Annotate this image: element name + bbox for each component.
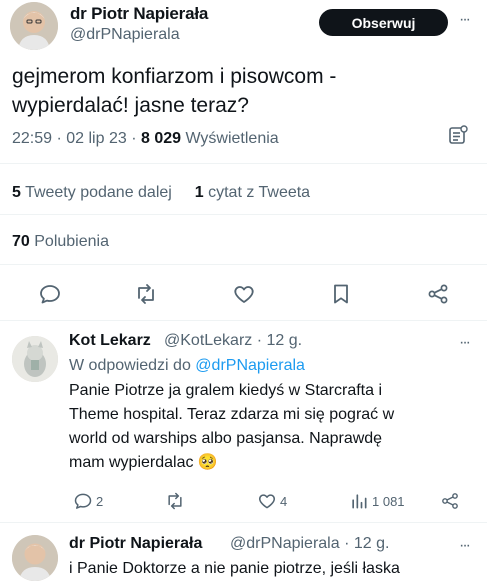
like-icon bbox=[257, 491, 277, 511]
reply-text: i Panie Doktorze a nie panie piotrze, je… bbox=[69, 557, 479, 581]
reply-text-line: world od warships albo pasjansa. Naprawd… bbox=[69, 430, 383, 447]
views-icon bbox=[349, 491, 369, 511]
like-icon[interactable] bbox=[232, 282, 256, 306]
reply-tweet[interactable]: dr Piotr Napierała @drPNapierala · 12 g.… bbox=[0, 523, 487, 581]
more-icon[interactable]: ··· bbox=[459, 335, 471, 351]
views-count: 1 081 bbox=[372, 493, 405, 509]
divider bbox=[0, 163, 487, 164]
quotes-label: cytat z Tweeta bbox=[203, 184, 311, 201]
share-icon bbox=[440, 491, 460, 511]
reply-text-line: mam wypierdalac 🥺 bbox=[69, 454, 218, 471]
like-count: 4 bbox=[280, 493, 288, 509]
reply-count: 2 bbox=[96, 493, 104, 509]
reply-reply-button[interactable]: 2 bbox=[73, 491, 103, 511]
reply-author-handle[interactable]: @KotLekarz · 12 g. bbox=[164, 332, 302, 350]
divider bbox=[0, 264, 487, 265]
retweets-label: Tweety podane dalej bbox=[20, 184, 172, 201]
reply-text: Panie Piotrze ja gralem kiedyś w Starcra… bbox=[69, 379, 479, 475]
more-icon[interactable]: ··· bbox=[459, 12, 471, 28]
reply-retweet-button[interactable] bbox=[165, 491, 188, 511]
reply-author-name[interactable]: dr Piotr Napierała bbox=[69, 535, 202, 553]
retweets-count: 5 bbox=[12, 184, 21, 201]
more-icon[interactable]: ··· bbox=[459, 538, 471, 554]
likes-count: 70 bbox=[12, 233, 30, 250]
quotes-link[interactable]: 1 cytat z Tweeta bbox=[195, 184, 310, 201]
replying-handle-link[interactable]: @drPNapierala bbox=[195, 357, 305, 374]
likes-label: Polubienia bbox=[29, 233, 109, 250]
share-icon[interactable] bbox=[426, 282, 450, 306]
retweet-stats: 5 Tweety podane dalej 1 cytat z Tweeta bbox=[12, 184, 310, 202]
reply-views-button[interactable]: 1 081 bbox=[349, 491, 405, 511]
reply-like-button[interactable]: 4 bbox=[257, 491, 287, 511]
reply-avatar[interactable] bbox=[12, 336, 58, 382]
reply-text-line: Theme hospital. Teraz zdarza mi się pogr… bbox=[69, 406, 395, 423]
tweet-text-line: gejmerom konfiarzom i pisowcom - bbox=[12, 65, 337, 88]
bookmark-icon[interactable] bbox=[329, 282, 353, 306]
retweet-icon[interactable] bbox=[134, 282, 158, 306]
reply-avatar[interactable] bbox=[12, 535, 58, 581]
follow-button[interactable]: Obserwuj bbox=[319, 9, 448, 36]
replying-to: W odpowiedzi do @drPNapierala bbox=[69, 357, 305, 375]
views-count: 8 029 bbox=[140, 130, 182, 147]
retweet-icon bbox=[165, 491, 185, 511]
reply-share-button[interactable] bbox=[440, 491, 460, 511]
quotes-count: 1 bbox=[194, 184, 204, 201]
tweet-text-line: wypierdalać! jasne teraz? bbox=[12, 94, 249, 117]
tweet-time[interactable]: 22:59 · 02 lip 23 · bbox=[12, 130, 141, 147]
retweets-link[interactable]: 5 Tweety podane dalej bbox=[12, 184, 172, 201]
analytics-icon[interactable] bbox=[447, 124, 469, 146]
views-label: Wyświetlenia bbox=[181, 130, 279, 147]
tweet-text: gejmerom konfiarzom i pisowcom - wypierd… bbox=[12, 62, 452, 120]
author-name[interactable]: dr Piotr Napierała bbox=[70, 4, 208, 24]
tweet-meta: 22:59 · 02 lip 23 · 8 029 Wyświetlenia bbox=[12, 130, 279, 148]
reply-text-line: Panie Piotrze ja gralem kiedyś w Starcra… bbox=[69, 382, 383, 399]
author-avatar[interactable] bbox=[10, 2, 58, 50]
tweet-header: dr Piotr Napierała @drPNapierala Obserwu… bbox=[0, 0, 487, 56]
reply-author-name[interactable]: Kot Lekarz bbox=[69, 332, 151, 350]
reply-author-handle[interactable]: @drPNapierala · 12 g. bbox=[230, 535, 389, 553]
likes-link[interactable]: 70 Polubienia bbox=[12, 233, 109, 251]
divider bbox=[0, 214, 487, 215]
reply-icon bbox=[73, 491, 93, 511]
author-handle[interactable]: @drPNapierala bbox=[70, 26, 180, 44]
reply-tweet[interactable]: Kot Lekarz @KotLekarz · 12 g. ··· W odpo… bbox=[0, 321, 487, 522]
reply-text-line: i Panie Doktorze a nie panie piotrze, je… bbox=[69, 560, 400, 577]
replying-prefix: W odpowiedzi do bbox=[69, 357, 196, 374]
reply-icon[interactable] bbox=[38, 282, 62, 306]
